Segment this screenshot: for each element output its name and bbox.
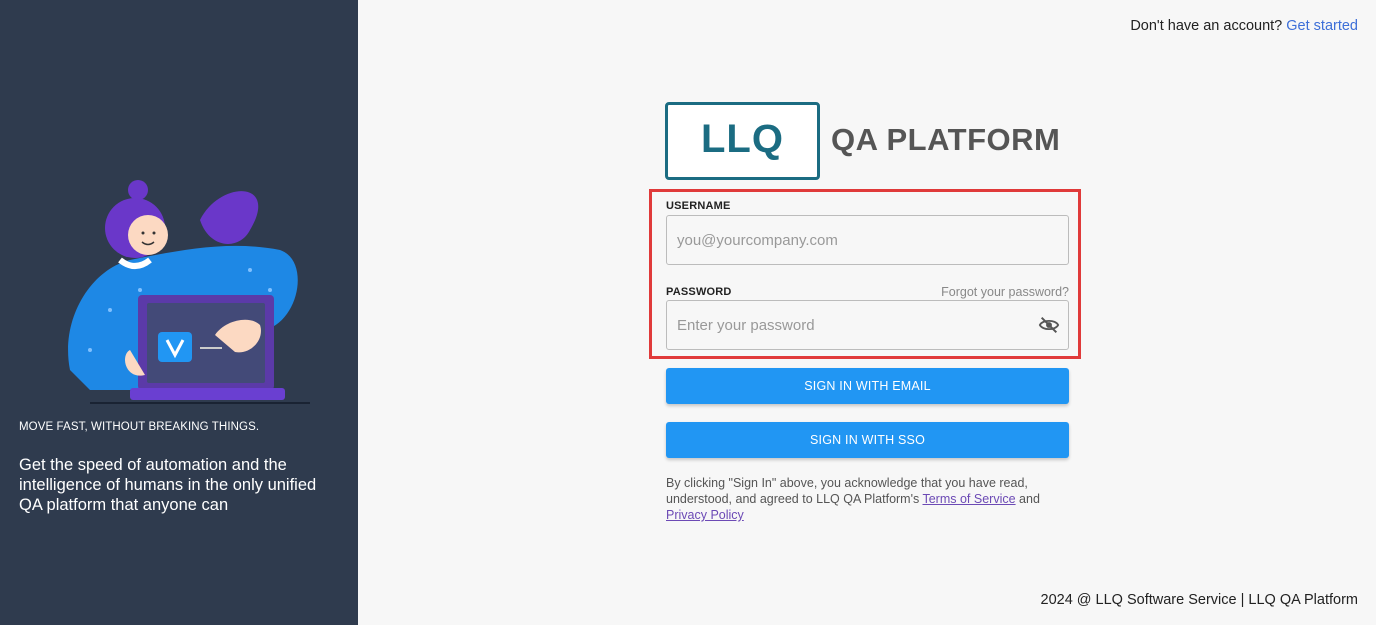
legal-notice: By clicking "Sign In" above, you acknowl… xyxy=(666,475,1076,523)
sign-in-sso-button[interactable]: SIGN IN WITH SSO xyxy=(666,422,1069,458)
footer-text: 2024 @ LLQ Software Service | LLQ QA Pla… xyxy=(1040,592,1359,608)
tagline: MOVE FAST, WITHOUT BREAKING THINGS. xyxy=(19,421,260,433)
legal-and: and xyxy=(1015,492,1040,506)
sign-in-email-button[interactable]: SIGN IN WITH EMAIL xyxy=(666,368,1069,404)
username-label: USERNAME xyxy=(666,200,731,212)
signup-prompt-text: Don't have an account? xyxy=(1130,18,1283,34)
pitch-text: Get the speed of automation and the inte… xyxy=(19,456,317,514)
right-panel: Don't have an account? Get started LLQ Q… xyxy=(358,0,1376,625)
get-started-link[interactable]: Get started xyxy=(1286,18,1358,34)
signup-prompt: Don't have an account? Get started xyxy=(1130,18,1358,34)
terms-of-service-link[interactable]: Terms of Service xyxy=(922,492,1015,506)
logo-text: QA PLATFORM xyxy=(831,122,1061,157)
username-input[interactable] xyxy=(666,215,1069,265)
password-input[interactable] xyxy=(666,300,1069,350)
forgot-password-link[interactable]: Forgot your password? xyxy=(941,285,1069,299)
left-panel: MOVE FAST, WITHOUT BREAKING THINGS. Get … xyxy=(0,0,358,625)
privacy-policy-link[interactable]: Privacy Policy xyxy=(666,508,744,522)
logo: LLQ QA PLATFORM xyxy=(665,102,1065,182)
logo-mark-text: LLQ xyxy=(701,117,784,161)
password-label: PASSWORD xyxy=(666,286,732,298)
woman-with-laptop-illustration xyxy=(68,180,310,404)
eye-slash-icon[interactable] xyxy=(1038,314,1060,336)
logo-mark: LLQ xyxy=(665,102,820,180)
